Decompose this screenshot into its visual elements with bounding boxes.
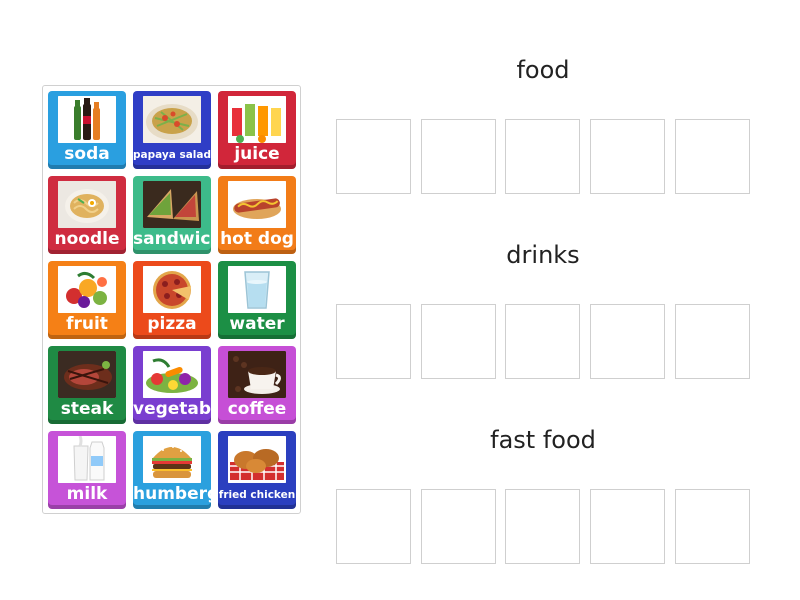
steak-icon — [58, 351, 116, 398]
drop-slot[interactable] — [674, 304, 750, 379]
card-water[interactable]: water — [218, 261, 296, 339]
hamburger-icon — [143, 436, 201, 483]
fried-chicken-icon — [228, 436, 286, 483]
pizza-icon — [143, 266, 201, 313]
card-label: fruit — [66, 314, 108, 334]
sandwich-icon — [143, 181, 201, 228]
card-pizza[interactable]: pizza — [133, 261, 211, 339]
drop-slot[interactable] — [336, 304, 411, 379]
drop-slot[interactable] — [336, 119, 411, 194]
card-label: noodle — [54, 229, 120, 249]
card-sandwich[interactable]: sandwich — [133, 176, 223, 254]
hot-dog-icon — [228, 181, 286, 228]
drop-slot[interactable] — [420, 304, 496, 379]
card-label: pizza — [147, 314, 197, 334]
drop-slot[interactable] — [674, 489, 750, 564]
category-title: food — [516, 56, 570, 84]
card-label: water — [229, 314, 285, 334]
card-coffee[interactable]: coffee — [218, 346, 296, 424]
card-label: papaya salad — [133, 149, 212, 161]
drop-slot[interactable] — [590, 119, 666, 194]
drop-slot[interactable] — [590, 304, 666, 379]
card-label: humberger — [133, 484, 240, 504]
drop-slot[interactable] — [674, 119, 750, 194]
card-tray: soda papaya salad juice noodle sandwich hot d… — [42, 85, 301, 514]
card-label: steak — [60, 399, 114, 419]
card-label: soda — [64, 144, 110, 164]
card-label: coffee — [227, 399, 287, 419]
milk-glass-icon — [58, 436, 116, 483]
card-fried-chicken[interactable]: fried chicken — [218, 431, 296, 509]
drop-slot[interactable] — [505, 119, 581, 194]
drop-slot[interactable] — [336, 489, 411, 564]
card-noodle[interactable]: noodle — [48, 176, 126, 254]
drop-slot[interactable] — [590, 489, 666, 564]
card-label: vegetable — [133, 399, 229, 419]
card-hot-dog[interactable]: hot dog — [218, 176, 296, 254]
card-label: sandwich — [133, 229, 223, 249]
card-label: hot dog — [220, 229, 294, 249]
soda-bottles-icon — [58, 96, 116, 143]
papaya-salad-icon — [143, 96, 201, 143]
card-papaya-salad[interactable]: papaya salad — [133, 91, 211, 169]
card-label: fried chicken — [218, 489, 296, 501]
drop-slot[interactable] — [420, 119, 496, 194]
card-steak[interactable]: steak — [48, 346, 126, 424]
drop-slot[interactable] — [505, 489, 581, 564]
category-title: fast food — [490, 426, 596, 454]
card-humberger[interactable]: humberger — [133, 431, 240, 509]
drop-slot[interactable] — [420, 489, 496, 564]
card-soda[interactable]: soda — [48, 91, 126, 169]
juice-glasses-icon — [228, 96, 286, 143]
card-milk[interactable]: milk — [48, 431, 126, 509]
coffee-cup-icon — [228, 351, 286, 398]
water-glass-icon — [228, 266, 286, 313]
drop-slot[interactable] — [505, 304, 581, 379]
card-label: milk — [66, 484, 108, 504]
fruit-icon — [58, 266, 116, 313]
vegetable-icon — [143, 351, 201, 398]
card-juice[interactable]: juice — [218, 91, 296, 169]
noodle-bowl-icon — [58, 181, 116, 228]
card-vegetable[interactable]: vegetable — [133, 346, 229, 424]
category-title: drinks — [506, 241, 580, 269]
card-label: juice — [234, 144, 280, 164]
card-fruit[interactable]: fruit — [48, 261, 126, 339]
